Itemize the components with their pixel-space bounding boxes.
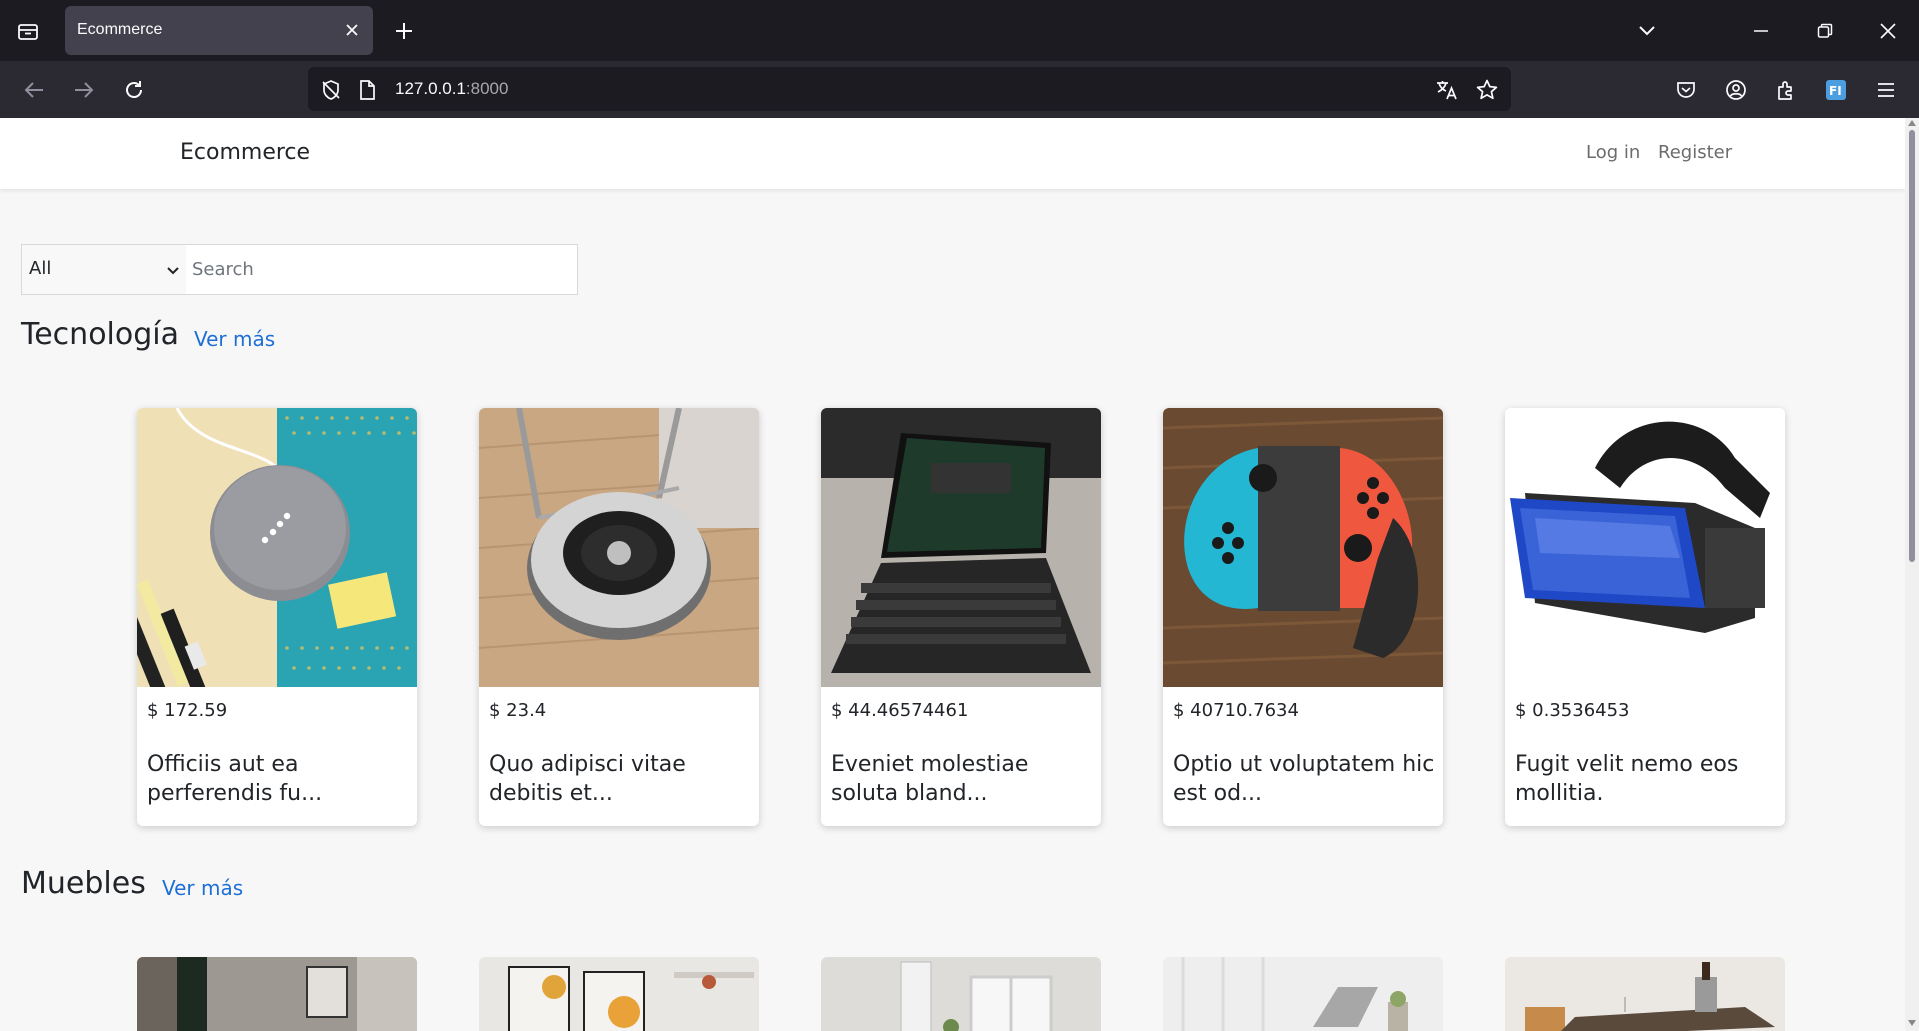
- section-title-tecnologia: Tecnología: [21, 317, 179, 352]
- robot-vacuum-image[interactable]: [479, 408, 759, 687]
- account-icon[interactable]: [1723, 77, 1749, 103]
- product-name[interactable]: Officiis aut ea perferendis fu...: [147, 750, 409, 808]
- page-info-icon[interactable]: [358, 79, 378, 101]
- section-title-muebles: Muebles: [21, 866, 146, 901]
- see-more-link-muebles[interactable]: Ver más: [162, 876, 243, 900]
- chevron-down-icon: [166, 263, 180, 277]
- site-brand[interactable]: Ecommerce: [180, 140, 310, 165]
- svg-text:FI: FI: [1829, 84, 1842, 98]
- product-price: $ 0.3536453: [1515, 700, 1630, 721]
- product-card[interactable]: $ 23.4 Quo adipisci vitae debitis et...: [479, 408, 759, 826]
- furniture-room-image-2[interactable]: [479, 957, 759, 1031]
- login-link[interactable]: Log in: [1586, 142, 1640, 163]
- search-bar: All: [21, 244, 578, 295]
- product-price: $ 40710.7634: [1173, 700, 1299, 721]
- category-select-value: All: [29, 258, 52, 279]
- product-card[interactable]: $ 44.46574461 Eveniet molestiae soluta b…: [821, 408, 1101, 826]
- page-scrollbar[interactable]: [1905, 118, 1919, 1031]
- chevron-down-icon[interactable]: [1632, 18, 1662, 44]
- menu-icon[interactable]: [1873, 77, 1899, 103]
- register-link[interactable]: Register: [1658, 142, 1732, 163]
- back-arrow-icon[interactable]: [18, 75, 50, 105]
- address-bar[interactable]: 127.0.0.1:8000: [308, 67, 1511, 111]
- product-name[interactable]: Eveniet molestiae soluta bland...: [831, 750, 1093, 808]
- search-input[interactable]: [186, 245, 576, 294]
- browser-toolbar: 127.0.0.1:8000 FI: [0, 61, 1919, 118]
- browser-tab-bar: Ecommerce: [0, 0, 1919, 61]
- furniture-room-image-3[interactable]: [821, 957, 1101, 1031]
- product-name[interactable]: Optio ut voluptatem hic est od...: [1173, 750, 1435, 808]
- web-page: Ecommerce Log in Register All Tecnología…: [0, 118, 1905, 1031]
- scroll-down-arrow-icon[interactable]: [1908, 1020, 1916, 1026]
- product-price: $ 172.59: [147, 700, 228, 721]
- tracking-protection-icon[interactable]: [320, 79, 342, 101]
- game-controller-image[interactable]: [1163, 408, 1443, 687]
- product-card[interactable]: $ 0.3536453 Fugit velit nemo eos molliti…: [1505, 408, 1785, 826]
- bookmark-star-icon[interactable]: [1475, 78, 1499, 102]
- translate-icon[interactable]: [1435, 78, 1459, 102]
- product-card[interactable]: $ 40710.7634 Optio ut voluptatem hic est…: [1163, 408, 1443, 826]
- category-select[interactable]: All: [22, 245, 186, 294]
- restore-icon[interactable]: [1810, 18, 1840, 44]
- product-name[interactable]: Quo adipisci vitae debitis et...: [489, 750, 751, 808]
- scrollbar-thumb[interactable]: [1909, 130, 1915, 562]
- product-price: $ 23.4: [489, 700, 547, 721]
- product-name[interactable]: Fugit velit nemo eos mollitia.: [1515, 750, 1777, 808]
- window-close-icon[interactable]: [1873, 18, 1903, 44]
- reload-icon[interactable]: [118, 75, 150, 105]
- scroll-up-arrow-icon[interactable]: [1908, 120, 1916, 126]
- forward-arrow-icon[interactable]: [68, 75, 100, 105]
- see-more-link-tecnologia[interactable]: Ver más: [194, 327, 275, 351]
- smart-speaker-image[interactable]: [137, 408, 417, 687]
- product-price: $ 44.46574461: [831, 700, 969, 721]
- close-icon[interactable]: [341, 19, 363, 41]
- furniture-room-image-4[interactable]: [1163, 957, 1443, 1031]
- tablet-keyboard-image[interactable]: [821, 408, 1101, 687]
- pocket-icon[interactable]: [1673, 77, 1699, 103]
- minimize-icon[interactable]: [1746, 18, 1776, 44]
- furniture-room-image-5[interactable]: [1505, 957, 1785, 1031]
- tab-list-icon[interactable]: [12, 16, 44, 46]
- url-text: 127.0.0.1:8000: [395, 79, 509, 98]
- new-tab-icon[interactable]: [390, 17, 418, 45]
- tab-title: Ecommerce: [77, 21, 163, 38]
- site-header: Ecommerce Log in Register: [0, 118, 1905, 189]
- vr-headset-image[interactable]: [1505, 408, 1785, 687]
- product-card[interactable]: $ 172.59 Officiis aut ea perferendis fu.…: [137, 408, 417, 826]
- extensions-icon[interactable]: [1773, 77, 1799, 103]
- translator-extension-icon[interactable]: FI: [1823, 77, 1849, 103]
- furniture-room-image-1[interactable]: [137, 957, 417, 1031]
- browser-tab-active[interactable]: Ecommerce: [65, 6, 373, 55]
